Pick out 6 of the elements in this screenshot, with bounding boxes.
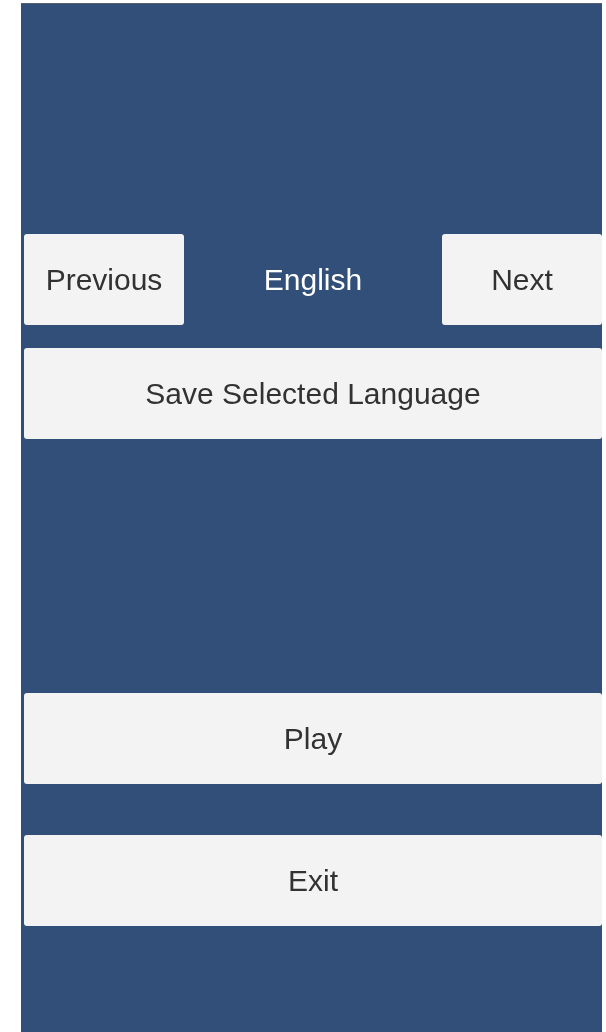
previous-button[interactable]: Previous <box>24 234 184 325</box>
menu-button[interactable]: Exit <box>24 835 602 926</box>
language-label: English <box>262 262 364 298</box>
next-button[interactable]: Next <box>442 234 602 325</box>
save-language-button[interactable]: Save Selected Language <box>24 348 602 439</box>
menu-button[interactable]: Play <box>24 693 602 784</box>
